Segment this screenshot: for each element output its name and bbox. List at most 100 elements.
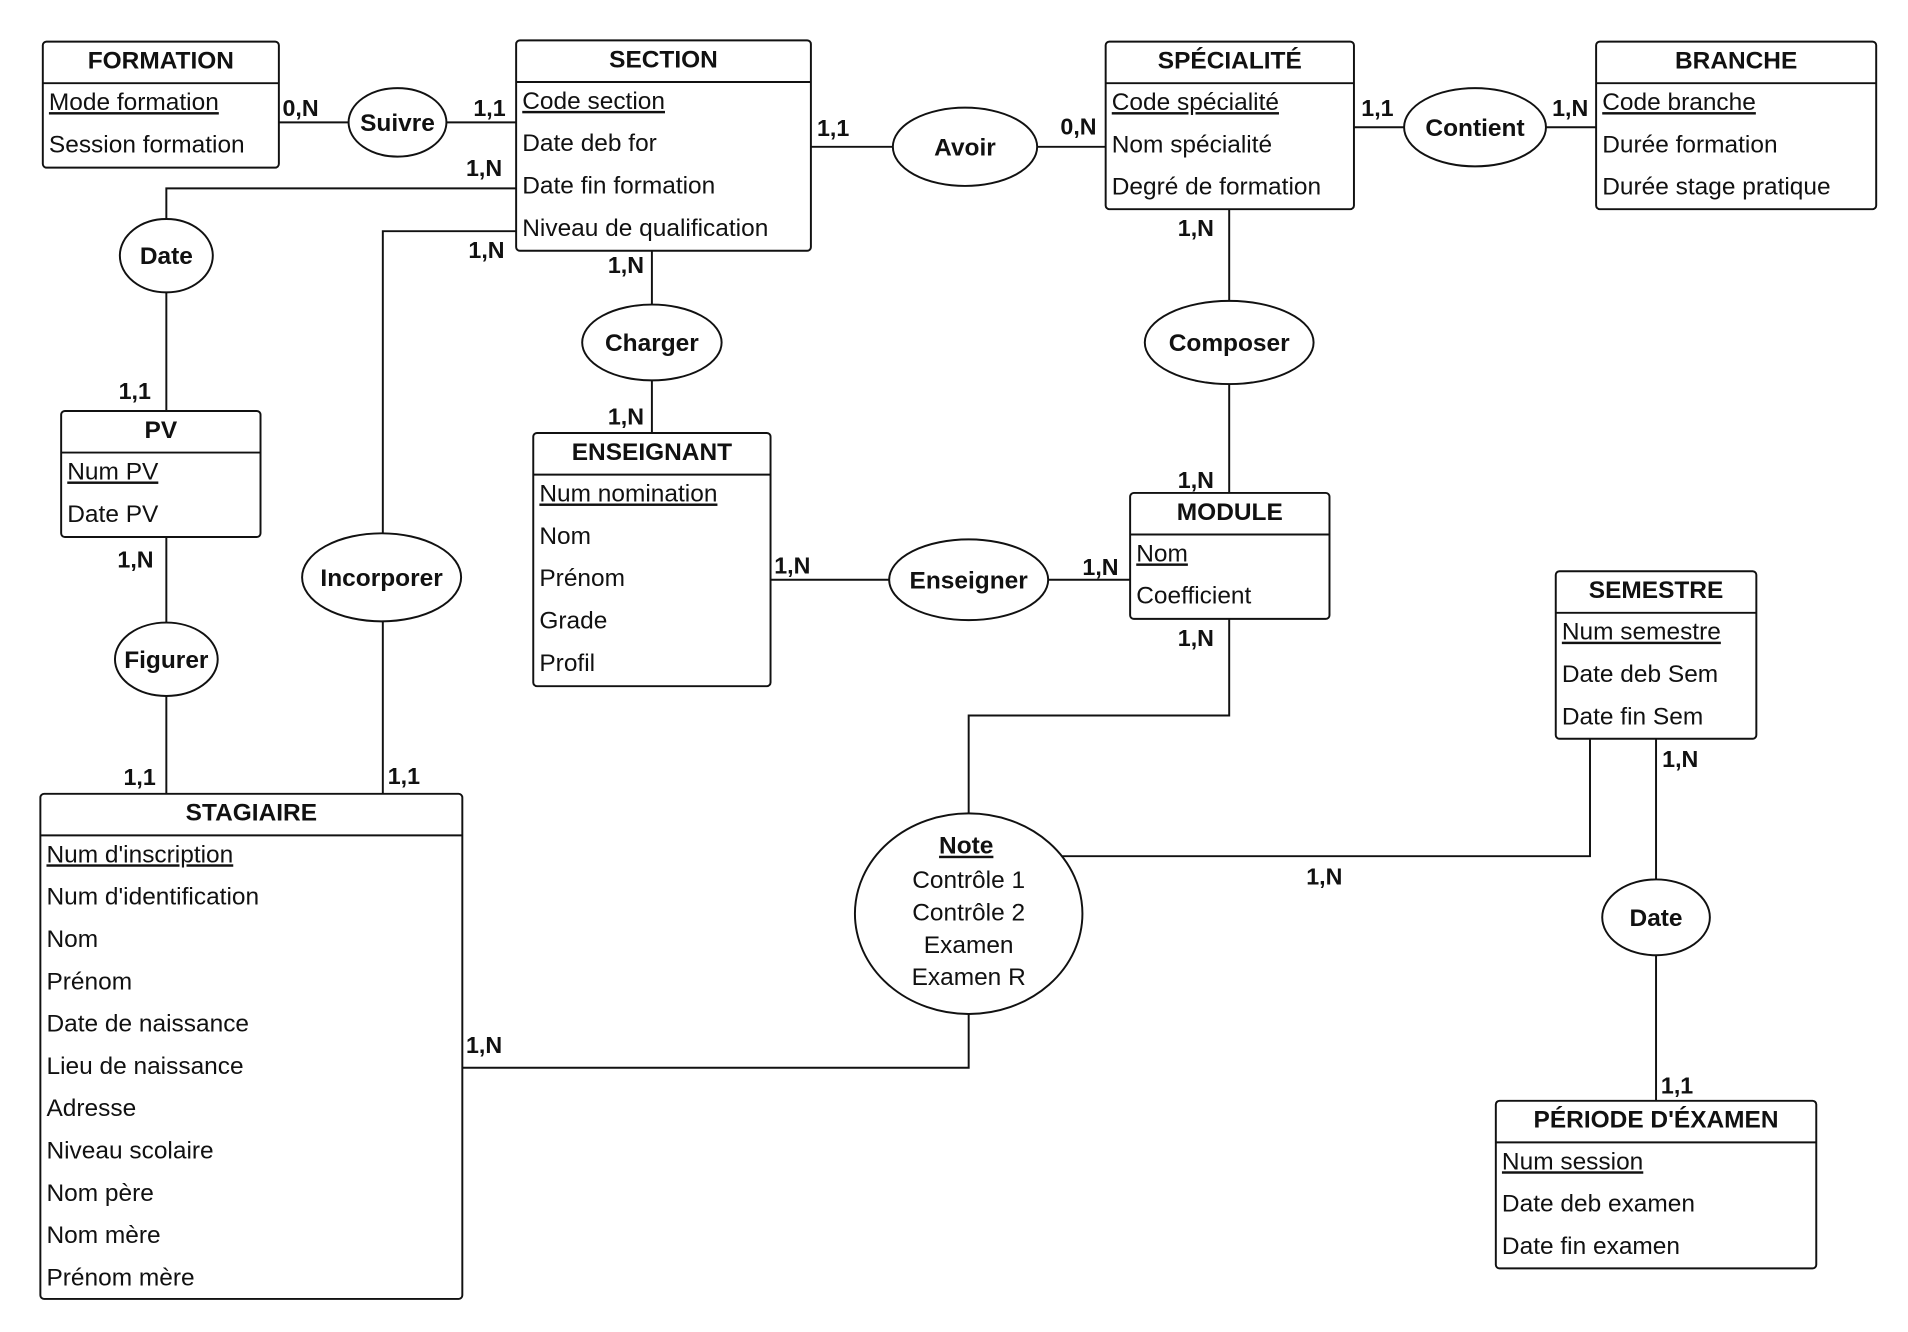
entity-attribute: Profil bbox=[539, 650, 595, 677]
entity-title: BRANCHE bbox=[1675, 48, 1797, 75]
cardinality-stagiaire-note: 1,N bbox=[466, 1032, 502, 1058]
entity-title: FORMATION bbox=[88, 48, 234, 75]
relation-avoir[interactable]: Avoir bbox=[891, 106, 1039, 187]
entity-attribute: Nom spécialité bbox=[1112, 131, 1272, 158]
entity-attribute: Nom père bbox=[46, 1180, 153, 1207]
entity-attribute: Lieu de naissance bbox=[46, 1053, 243, 1080]
entity-specialite[interactable]: SPÉCIALITÉ Code spécialité Nom spécialité D… bbox=[1104, 40, 1355, 211]
entity-attribute: Degré de formation bbox=[1112, 174, 1321, 201]
entity-title: STAGIAIRE bbox=[186, 800, 317, 827]
cardinality-semestre-date: 1,N bbox=[1662, 746, 1698, 772]
relation-name: Suivre bbox=[360, 110, 435, 137]
entity-branche[interactable]: BRANCHE Code branche Durée formation Durée … bbox=[1595, 40, 1878, 211]
cardinality-section-charger: 1,N bbox=[608, 252, 644, 278]
cardinality-stagiaire-incorporer: 1,1 bbox=[388, 763, 420, 789]
cardinality-semestre-note: 1,N bbox=[1306, 863, 1342, 889]
er-diagram: FORMATION Mode formation Session formation… bbox=[39, 39, 1878, 1300]
entity-pv[interactable]: PV Num PV Date PV bbox=[60, 410, 262, 538]
relation-contient[interactable]: Contient bbox=[1403, 87, 1547, 168]
connector-line bbox=[462, 1013, 970, 1069]
cardinality-module-note: 1,N bbox=[1178, 625, 1214, 651]
cardinality-module-enseigner: 1,N bbox=[1082, 554, 1118, 580]
relation-name: Composer bbox=[1169, 330, 1290, 357]
relation-attribute: Examen R bbox=[912, 964, 1026, 991]
entity-title: ENSEIGNANT bbox=[572, 439, 732, 466]
entities: FORMATION Mode formation Session formation… bbox=[39, 39, 1878, 1300]
relation-enseigner[interactable]: Enseigner bbox=[888, 538, 1050, 622]
relation-incorporer[interactable]: Incorporer bbox=[301, 532, 463, 623]
entity-key-attribute: Num d'inscription bbox=[46, 841, 233, 868]
entity-key-attribute: Code spécialité bbox=[1112, 89, 1279, 116]
entity-module[interactable]: MODULE Nom Coefficient bbox=[1129, 491, 1331, 620]
entity-attribute: Date fin Sem bbox=[1562, 703, 1703, 730]
entity-periode[interactable]: PÉRIODE D'ÉXAMEN Num session Date deb exam… bbox=[1494, 1099, 1818, 1270]
cardinality-enseignant-charger: 1,N bbox=[608, 403, 644, 429]
entity-formation[interactable]: FORMATION Mode formation Session formation bbox=[41, 40, 280, 169]
cardinality-section-incorporer: 1,N bbox=[468, 237, 504, 263]
connector-line bbox=[165, 187, 517, 219]
cardinality-pv-date: 1,1 bbox=[119, 378, 151, 404]
entity-box bbox=[532, 432, 772, 688]
entity-attribute: Durée formation bbox=[1602, 131, 1777, 158]
relation-name: Enseigner bbox=[910, 567, 1029, 594]
relation-date1[interactable]: Date bbox=[118, 217, 214, 294]
entity-attribute: Nom mère bbox=[46, 1222, 160, 1249]
relation-name: Charger bbox=[605, 330, 699, 357]
relation-note[interactable]: Note Contrôle 1 Contrôle 2 Examen Examen R bbox=[853, 812, 1084, 1015]
entity-attribute: Prénom bbox=[46, 968, 132, 995]
relation-attribute: Examen bbox=[924, 932, 1014, 959]
cardinality-specialite-composer: 1,N bbox=[1178, 215, 1214, 241]
entity-title: PV bbox=[145, 417, 178, 444]
entity-stagiaire[interactable]: STAGIAIRE Num d'inscription Num d'identifi… bbox=[39, 792, 464, 1300]
cardinality-section-date: 1,N bbox=[466, 155, 502, 181]
entity-title: MODULE bbox=[1177, 499, 1283, 526]
relation-date2[interactable]: Date bbox=[1601, 878, 1711, 957]
relation-charger[interactable]: Charger bbox=[581, 303, 723, 382]
entity-attribute: Prénom mère bbox=[46, 1264, 194, 1291]
entity-title: SPÉCIALITÉ bbox=[1158, 47, 1302, 75]
cardinality-section-suivre: 1,1 bbox=[473, 95, 505, 121]
entity-attribute: Grade bbox=[539, 607, 607, 634]
entity-attribute: Coefficient bbox=[1136, 583, 1251, 610]
cardinality-specialite-avoir: 0,N bbox=[1060, 114, 1096, 140]
relation-figurer[interactable]: Figurer bbox=[113, 621, 219, 697]
cardinality-specialite-contient: 1,1 bbox=[1361, 95, 1393, 121]
entity-section[interactable]: SECTION Code section Date deb for Date fin … bbox=[515, 39, 812, 252]
connector-line bbox=[1061, 738, 1591, 858]
relation-name: Date bbox=[1630, 905, 1683, 932]
entity-key-attribute: Nom bbox=[1136, 540, 1188, 567]
cardinality-stagiaire-figurer: 1,1 bbox=[124, 764, 156, 790]
entity-attribute: Date de naissance bbox=[46, 1011, 249, 1038]
entity-title: SEMESTRE bbox=[1589, 577, 1724, 604]
entity-key-attribute: Num session bbox=[1502, 1148, 1643, 1175]
entity-key-attribute: Num semestre bbox=[1562, 619, 1721, 646]
entity-attribute: Date deb examen bbox=[1502, 1191, 1695, 1218]
entity-attribute: Date deb for bbox=[522, 130, 657, 157]
cardinality-pv-figurer: 1,N bbox=[117, 547, 153, 573]
entity-attribute: Date PV bbox=[67, 501, 159, 528]
connector-line bbox=[381, 230, 517, 534]
cardinality-periode-date: 1,1 bbox=[1661, 1072, 1693, 1098]
entity-attribute: Session formation bbox=[49, 131, 245, 158]
relation-name: Contient bbox=[1425, 115, 1524, 142]
entity-title: PÉRIODE D'ÉXAMEN bbox=[1534, 1106, 1779, 1134]
entity-attribute: Prénom bbox=[539, 565, 625, 592]
entity-attribute: Nom bbox=[46, 926, 98, 953]
relation-suivre[interactable]: Suivre bbox=[347, 87, 448, 158]
entity-attribute: Adresse bbox=[46, 1095, 136, 1122]
entity-attribute: Date fin formation bbox=[522, 173, 715, 200]
relation-composer[interactable]: Composer bbox=[1143, 299, 1315, 386]
entity-key-attribute: Num nomination bbox=[539, 480, 717, 507]
entity-attribute: Niveau scolaire bbox=[46, 1138, 213, 1165]
relation-name: Note bbox=[939, 833, 993, 860]
entity-enseignant[interactable]: ENSEIGNANT Num nomination Nom Prénom Grade Pr… bbox=[532, 432, 772, 688]
entity-key-attribute: Num PV bbox=[67, 458, 159, 485]
entity-key-attribute: Mode formation bbox=[49, 89, 219, 116]
entity-semestre[interactable]: SEMESTRE Num semestre Date deb Sem Date fin… bbox=[1554, 570, 1758, 740]
entity-attribute: Num d'identification bbox=[46, 884, 259, 911]
relation-name: Figurer bbox=[124, 647, 209, 674]
entity-key-attribute: Code section bbox=[522, 88, 665, 115]
relation-name: Date bbox=[140, 243, 193, 270]
cardinality-module-composer: 1,N bbox=[1178, 467, 1214, 493]
relation-attribute: Contrôle 2 bbox=[912, 899, 1025, 926]
